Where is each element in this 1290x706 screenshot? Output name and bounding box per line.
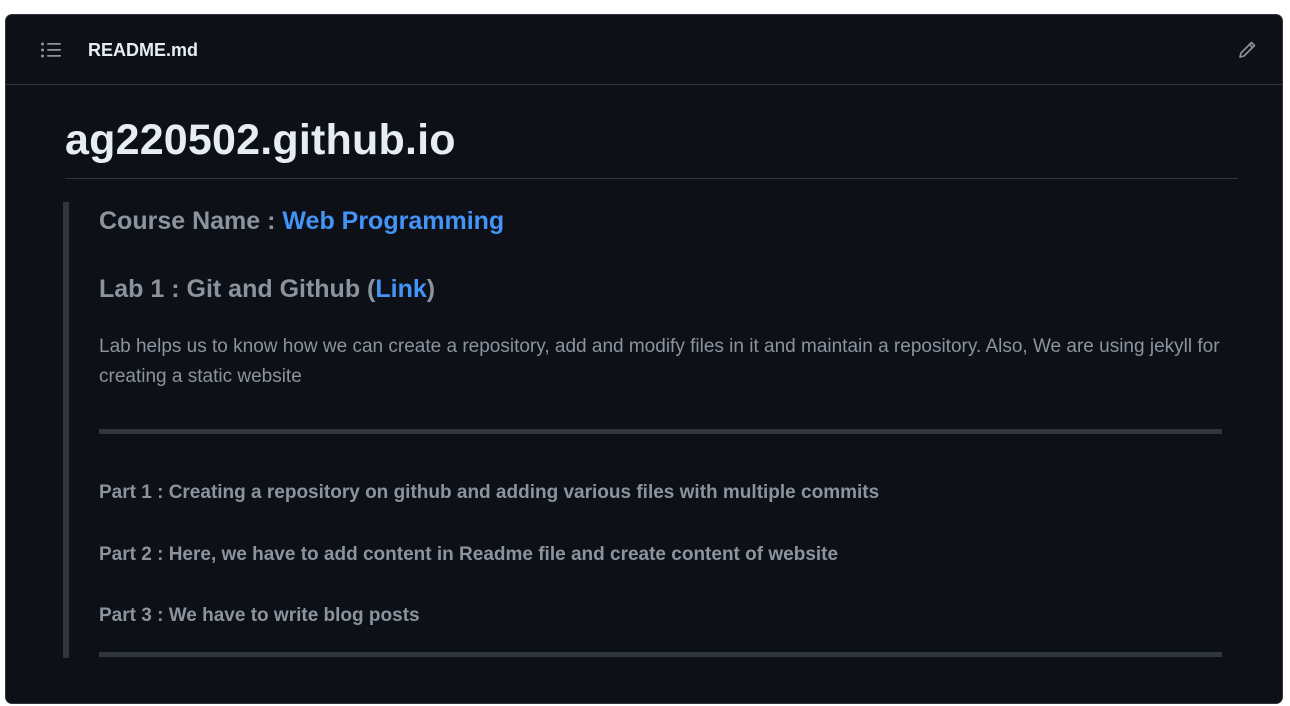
lab-label: Lab 1 : Git and Github ( xyxy=(99,275,376,303)
lab-heading: Lab 1 : Git and Github (Link) xyxy=(99,274,435,304)
lab-label-suffix: ) xyxy=(426,275,436,303)
title-divider xyxy=(65,178,1238,179)
part-item: Part 2 : Here, we have to add content in… xyxy=(99,544,839,565)
page-title: ag220502.github.io xyxy=(65,116,456,164)
readme-body: ag220502.github.io Course Name : Web Pro… xyxy=(6,85,1282,703)
readme-panel: README.md ag220502.github.io Course Name… xyxy=(5,14,1283,704)
course-link[interactable]: Web Programming xyxy=(282,207,504,235)
blockquote: Course Name : Web Programming Lab 1 : Gi… xyxy=(63,202,1222,658)
part-item: Part 3 : We have to write blog posts xyxy=(99,605,420,626)
course-heading: Course Name : Web Programming xyxy=(99,206,504,236)
lab-link[interactable]: Link xyxy=(375,275,426,303)
readme-header: README.md xyxy=(6,15,1282,85)
horizontal-rule xyxy=(99,429,1222,434)
pencil-icon[interactable] xyxy=(1236,39,1258,61)
horizontal-rule xyxy=(99,652,1222,657)
readme-file-name: README.md xyxy=(88,40,199,60)
course-label: Course Name : xyxy=(99,207,283,235)
lab-description: Lab helps us to know how we can create a… xyxy=(99,336,1220,387)
part-item: Part 1 : Creating a repository on github… xyxy=(99,482,880,503)
list-unordered-icon[interactable] xyxy=(40,41,62,59)
